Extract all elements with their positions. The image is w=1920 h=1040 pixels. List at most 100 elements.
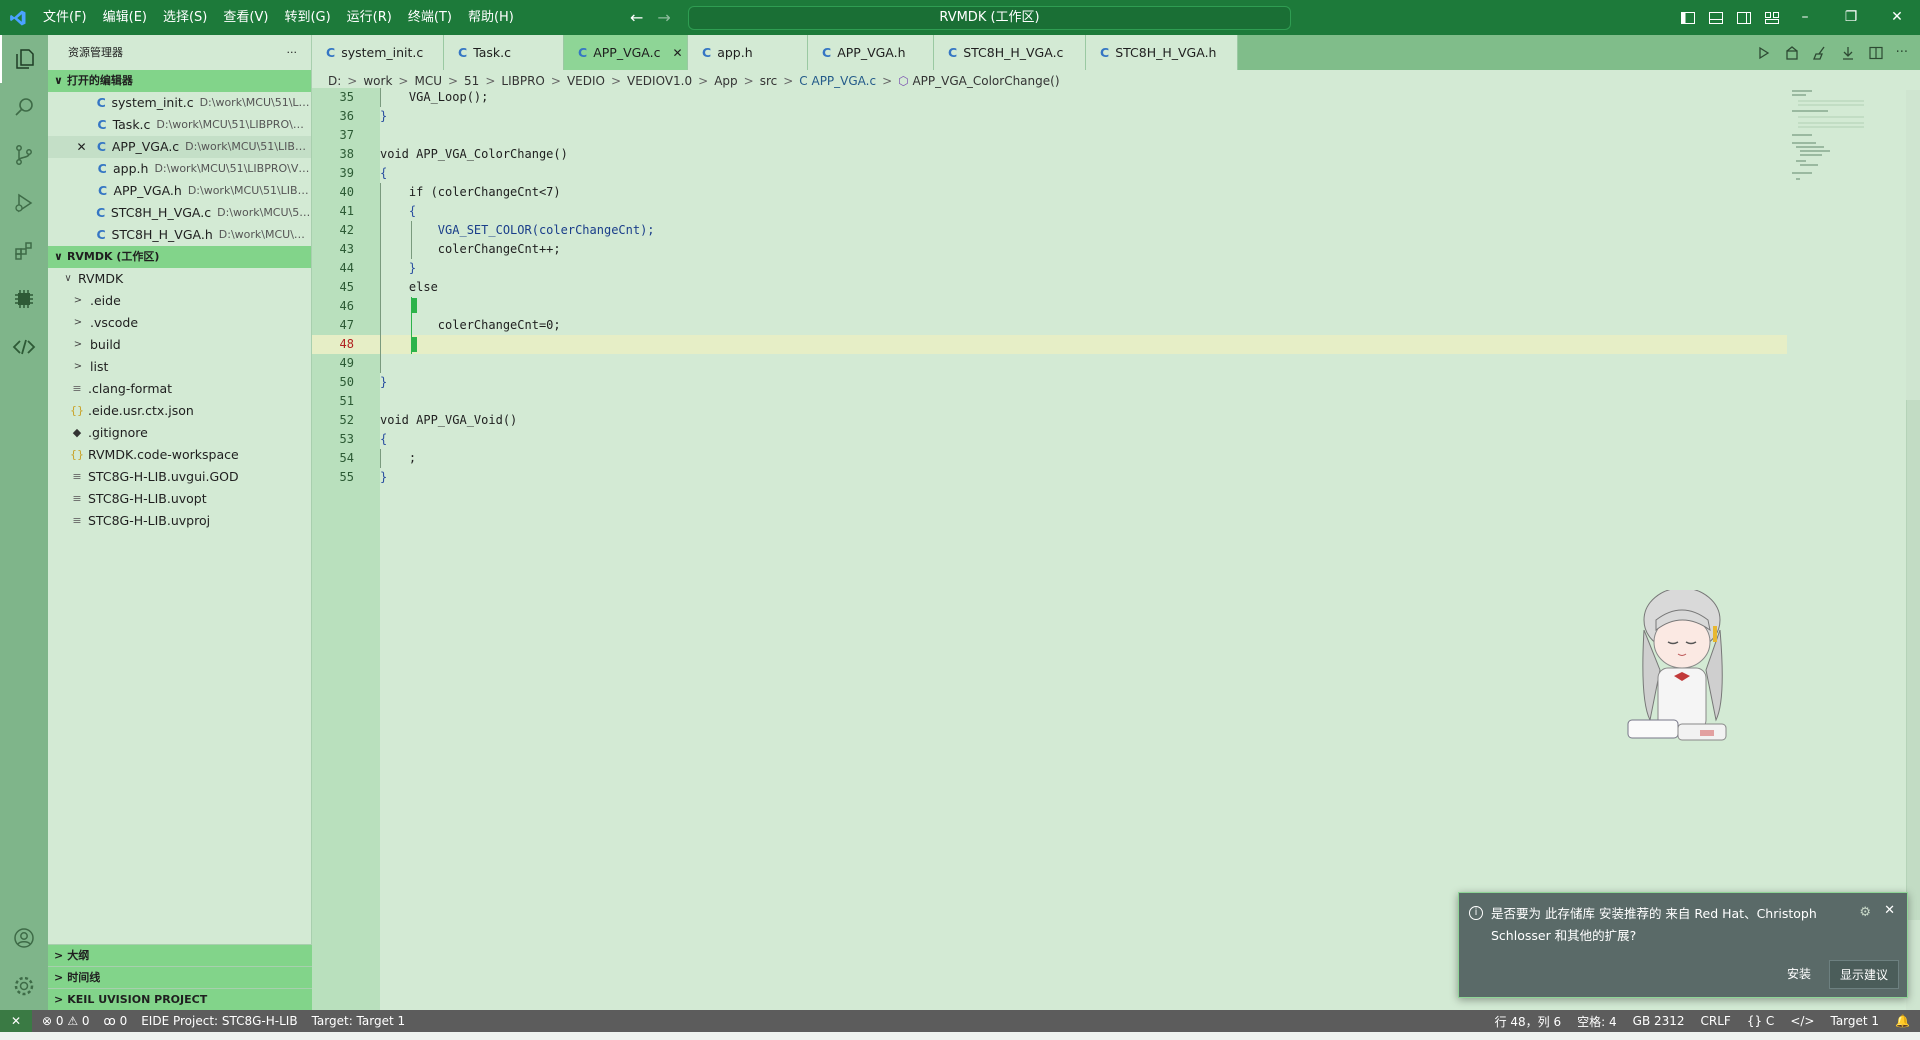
build-icon[interactable] — [1784, 45, 1800, 61]
gear-icon[interactable]: ⚙ — [1859, 905, 1871, 920]
open-editor-item[interactable]: C app.h D:\work\MCU\51\LIBPRO\VE... — [48, 158, 311, 180]
close-tab-icon[interactable]: ✕ — [672, 46, 682, 60]
close-window-icon[interactable]: ✕ — [1874, 0, 1920, 35]
menu-go[interactable]: 转到(G) — [276, 0, 338, 35]
cursor-position[interactable]: 行 48，列 6 — [1495, 1013, 1562, 1030]
editor-scrollbar[interactable] — [1906, 90, 1920, 1010]
tab-app-vga-c[interactable]: C APP_VGA.c ✕ — [564, 35, 688, 70]
open-editor-item[interactable]: C STC8H_H_VGA.h D:\work\MCU\51... — [48, 224, 311, 246]
tree-item-folder[interactable]: > .eide — [48, 290, 311, 312]
c-file-icon: C — [326, 45, 336, 60]
notifications-bell-icon[interactable]: 🔔 — [1895, 1014, 1910, 1028]
tab-app-h[interactable]: Capp.h — [688, 35, 808, 70]
window-controls: – ❐ ✕ — [1782, 0, 1920, 35]
menu-run[interactable]: 运行(R) — [339, 0, 400, 35]
tree-item-file[interactable]: {} RVMDK.code-workspace — [48, 444, 311, 466]
menu-selection[interactable]: 选择(S) — [155, 0, 215, 35]
close-icon[interactable]: ✕ — [1884, 903, 1895, 918]
tree-item-file[interactable]: ◆ .gitignore — [48, 422, 311, 444]
keil-project-header[interactable]: > KEIL UVISION PROJECT — [48, 988, 312, 1010]
status-right: 行 48，列 6 空格: 4 GB 2312 CRLF {} C </> Tar… — [1495, 1010, 1910, 1032]
settings-gear-icon[interactable] — [0, 962, 48, 1010]
code-icon[interactable] — [0, 323, 48, 371]
command-center[interactable]: RVMDK (工作区) — [688, 6, 1291, 30]
tree-item-file[interactable]: ≡ STC8G-H-LIB.uvopt — [48, 488, 311, 510]
source-control-icon[interactable] — [0, 131, 48, 179]
tree-item-file[interactable]: ≡ STC8G-H-LIB.uvgui.GOD — [48, 466, 311, 488]
customize-layout-icon[interactable] — [1764, 10, 1780, 26]
split-editor-icon[interactable] — [1868, 45, 1884, 61]
timeline-header[interactable]: > 时间线 — [48, 966, 312, 988]
open-editor-item[interactable]: C STC8H_H_VGA.c D:\work\MCU\51\... — [48, 202, 311, 224]
c-file-icon: C — [458, 45, 468, 60]
tree-label: RVMDK.code-workspace — [88, 447, 239, 462]
target-status[interactable]: Target: Target 1 — [312, 1014, 406, 1028]
minimap[interactable] — [1792, 90, 1882, 200]
encoding[interactable]: GB 2312 — [1633, 1014, 1685, 1028]
code-icon[interactable]: </> — [1790, 1014, 1814, 1028]
tab-task-c[interactable]: C Task.c — [444, 35, 564, 70]
clean-icon[interactable] — [1812, 45, 1828, 61]
scrollbar-thumb[interactable] — [1906, 400, 1920, 920]
menu-view[interactable]: 查看(V) — [215, 0, 276, 35]
more-actions-icon[interactable]: ··· — [1896, 45, 1908, 60]
install-button[interactable]: 安装 — [1777, 960, 1821, 989]
open-editor-item[interactable]: C APP_VGA.h D:\work\MCU\51\LIBP... — [48, 180, 311, 202]
remote-indicator-icon[interactable]: ✕ — [0, 1010, 32, 1032]
menu-help[interactable]: 帮助(H) — [460, 0, 522, 35]
toggle-panel-icon[interactable] — [1708, 10, 1724, 26]
language-mode[interactable]: {} C — [1747, 1014, 1774, 1028]
open-editor-item[interactable]: C system_init.c D:\work\MCU\51\LIB... — [48, 92, 311, 114]
line-number: 52 — [339, 413, 354, 427]
tree-item-folder[interactable]: > build — [48, 334, 311, 356]
restore-icon[interactable]: ❐ — [1828, 0, 1874, 35]
tree-item-folder[interactable]: > .vscode — [48, 312, 311, 334]
more-actions-icon[interactable]: ··· — [287, 35, 298, 70]
eide-project-status[interactable]: EIDE Project: STC8G-H-LIB — [141, 1014, 297, 1028]
minimize-icon[interactable]: – — [1782, 0, 1828, 35]
open-editor-item-active[interactable]: ✕ C APP_VGA.c D:\work\MCU\51\LIBPR... — [48, 136, 311, 158]
open-editors-header[interactable]: ∨ 打开的编辑器 — [48, 70, 311, 92]
explorer-icon[interactable] — [0, 35, 48, 83]
outline-header[interactable]: > 大纲 — [48, 944, 312, 966]
search-icon[interactable] — [0, 83, 48, 131]
tab-stc8h-h-vga-h[interactable]: C STC8H_H_VGA.h — [1086, 35, 1238, 70]
close-icon[interactable]: ✕ — [74, 136, 89, 158]
open-editor-name: APP_VGA.c — [111, 139, 180, 154]
code-line: 40 if (colerChangeCnt<7) — [312, 183, 1787, 202]
target-selector[interactable]: Target 1 — [1830, 1014, 1879, 1028]
menu-file[interactable]: 文件(F) — [35, 0, 95, 35]
tree-item-file[interactable]: ≡ .clang-format — [48, 378, 311, 400]
tree-item-folder[interactable]: > list — [48, 356, 311, 378]
tree-item-file[interactable]: {} .eide.usr.ctx.json — [48, 400, 311, 422]
c-file-icon: C — [96, 95, 106, 110]
toggle-sidebar-icon[interactable] — [1680, 10, 1696, 26]
back-arrow-icon[interactable]: ← — [630, 8, 643, 27]
chip-icon[interactable] — [0, 275, 48, 323]
tab-stc8h-h-vga-c[interactable]: C STC8H_H_VGA.c — [934, 35, 1086, 70]
workspace-header[interactable]: ∨ RVMDK (工作区) — [48, 246, 311, 268]
ports-status[interactable]: ꝏ 0 — [104, 1014, 128, 1028]
menu-terminal[interactable]: 终端(T) — [400, 0, 460, 35]
code-line: 42 VGA_SET_COLOR(colerChangeCnt); — [312, 221, 1787, 240]
account-icon[interactable] — [0, 914, 48, 962]
download-icon[interactable] — [1840, 45, 1856, 61]
toggle-secondary-sidebar-icon[interactable] — [1736, 10, 1752, 26]
code-text: colerChangeCnt++; — [380, 242, 561, 256]
forward-arrow-icon[interactable]: → — [657, 8, 670, 27]
tab-system-init-c[interactable]: Csystem_init.c — [312, 35, 444, 70]
extensions-icon[interactable] — [0, 227, 48, 275]
code-editor[interactable]: 35 VGA_Loop(); 36} 37 38 void APP_VGA_Col… — [312, 88, 1920, 1010]
show-recommendations-button[interactable]: 显示建议 — [1828, 960, 1899, 989]
indentation[interactable]: 空格: 4 — [1577, 1013, 1617, 1030]
problems-status[interactable]: ⊗ 0 ⚠ 0 — [42, 1014, 90, 1028]
tree-item-file[interactable]: ≡ STC8G-H-LIB.uvproj — [48, 510, 311, 532]
tab-app-vga-h[interactable]: C APP_VGA.h — [808, 35, 934, 70]
run-debug-icon[interactable] — [0, 179, 48, 227]
tree-item-folder[interactable]: ∨ RVMDK — [48, 268, 311, 290]
line-ending[interactable]: CRLF — [1701, 1014, 1731, 1028]
current-code-line: 48 — [312, 335, 1787, 354]
open-editor-item[interactable]: C Task.c D:\work\MCU\51\LIBPRO\VE... — [48, 114, 311, 136]
menu-edit[interactable]: 编辑(E) — [95, 0, 155, 35]
run-icon[interactable] — [1756, 45, 1772, 61]
